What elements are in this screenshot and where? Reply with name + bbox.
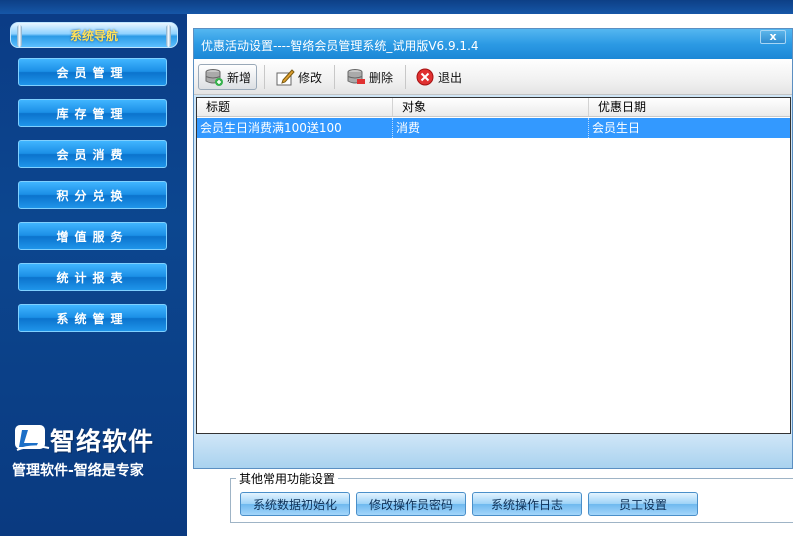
dialog-footer — [194, 435, 792, 468]
nav-header-title: 系统导航 — [69, 28, 118, 43]
system-operation-log-button[interactable]: 系统操作日志 — [472, 492, 582, 516]
pin-left-icon — [17, 25, 22, 47]
table-cell-promo-date: 会员生日 — [592, 121, 641, 135]
sidebar-item-system-management[interactable]: 系统管理 — [18, 304, 167, 332]
dialog-titlebar[interactable]: 优惠活动设置----智络会员管理系统_试用版V6.9.1.4 x — [194, 29, 792, 59]
close-button[interactable]: x — [760, 30, 786, 44]
edit-button[interactable]: 修改 — [270, 64, 327, 90]
add-label: 新增 — [227, 70, 252, 85]
exit-icon — [416, 68, 434, 86]
logo-name: 智络软件 — [50, 427, 155, 456]
delete-label: 删除 — [369, 70, 394, 85]
database-delete-icon — [347, 69, 365, 84]
top-strip — [0, 0, 793, 14]
sidebar-item-member-management[interactable]: 会员管理 — [18, 58, 167, 86]
database-add-icon — [205, 69, 223, 86]
sidebar-item-member-consumption[interactable]: 会员消费 — [18, 140, 167, 168]
table-row[interactable]: 会员生日消费满100送100 消费 会员生日 — [197, 118, 790, 138]
sidebar-item-value-added-services[interactable]: 增值服务 — [18, 222, 167, 250]
dialog-title: 优惠活动设置----智络会员管理系统_试用版V6.9.1.4 — [201, 39, 479, 53]
promotion-table: 标题 对象 优惠日期 会员生日消费满100送100 消费 会员生日 — [196, 97, 791, 434]
exit-button[interactable]: 退出 — [410, 64, 467, 90]
column-header-title[interactable]: 标题 — [197, 98, 393, 116]
exit-label: 退出 — [438, 70, 463, 85]
change-operator-password-button[interactable]: 修改操作员密码 — [356, 492, 466, 516]
table-cell-target: 消费 — [393, 118, 589, 138]
company-logo: 智络软件 管理软件-智络是专家 — [12, 422, 184, 482]
toolbar-separator — [264, 65, 265, 89]
employee-settings-button[interactable]: 员工设置 — [588, 492, 698, 516]
pin-right-icon — [166, 25, 171, 47]
table-header: 标题 对象 优惠日期 — [197, 98, 790, 117]
toolbar: 新增 修改 删除 退出 — [194, 59, 792, 95]
sidebar-item-statistics-reports[interactable]: 统计报表 — [18, 263, 167, 291]
edit-pencil-icon — [276, 69, 295, 86]
delete-button[interactable]: 删除 — [341, 64, 398, 90]
sidebar-item-inventory-management[interactable]: 库存管理 — [18, 99, 167, 127]
table-cell-title: 会员生日消费满100送100 — [197, 118, 393, 138]
sidebar-item-points-exchange[interactable]: 积分兑换 — [18, 181, 167, 209]
promotion-settings-dialog: 优惠活动设置----智络会员管理系统_试用版V6.9.1.4 x 新增 修改 删… — [193, 28, 793, 469]
column-header-target[interactable]: 对象 — [393, 98, 589, 116]
logo-slogan: 管理软件-智络是专家 — [12, 463, 144, 479]
edit-label: 修改 — [298, 70, 323, 85]
column-header-promo-date[interactable]: 优惠日期 — [589, 98, 790, 116]
toolbar-separator — [405, 65, 406, 89]
toolbar-separator — [334, 65, 335, 89]
add-button[interactable]: 新增 — [198, 64, 258, 90]
logo-mark-icon — [15, 425, 50, 451]
sidebar: 系统导航 会员管理 库存管理 会员消费 积分兑换 增值服务 统计报表 系统管理 … — [0, 14, 187, 536]
other-functions-title: 其他常用功能设置 — [236, 470, 339, 487]
system-data-init-button[interactable]: 系统数据初始化 — [240, 492, 350, 516]
nav-header: 系统导航 — [10, 22, 178, 48]
